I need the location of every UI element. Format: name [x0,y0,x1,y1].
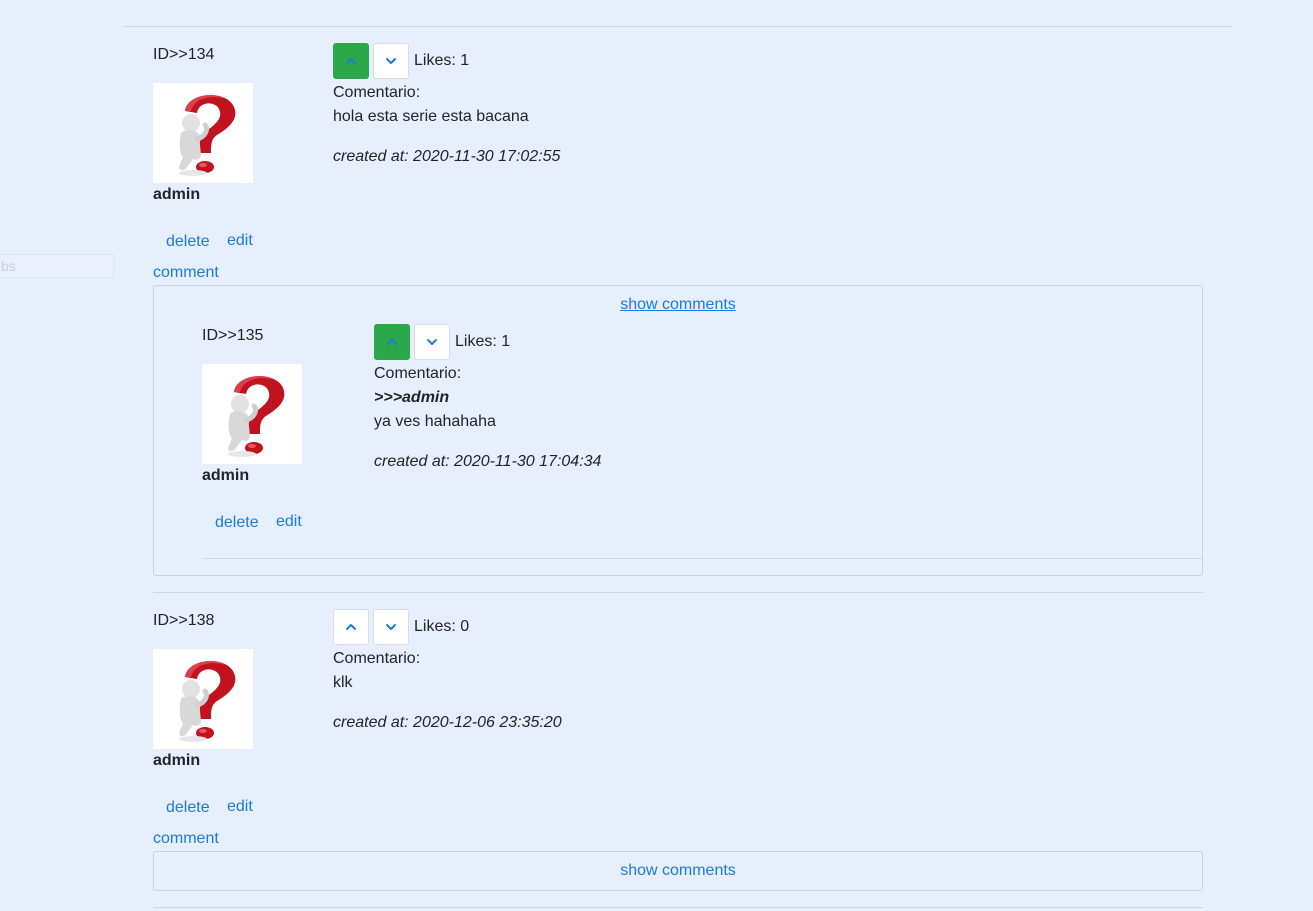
chevron-down-icon [386,58,396,64]
comment-text: ya ves hahahaha [374,413,496,430]
reply-mention: >>>admin [374,389,450,406]
chevron-down-icon [386,624,396,630]
reply-author: admin [202,467,250,484]
comment-created-at: created at: 2020-11-30 17:02:55 [333,148,561,165]
chevron-up-icon [387,339,397,345]
comment-created-at: created at: 2020-11-30 17:04:34 [374,453,602,470]
upvote-button[interactable] [333,609,369,645]
likes-count: Likes: 1 [455,333,511,350]
chevron-up-icon [346,58,356,64]
comment-author: admin [153,186,201,203]
comment-id: ID>>138 [153,612,215,629]
avatar-question-icon [153,649,253,749]
show-comments-link[interactable]: show comments [620,296,736,314]
delete-link[interactable]: delete [166,799,210,817]
likes-count: Likes: 0 [414,618,470,635]
comment-author: admin [153,752,201,769]
downvote-button[interactable] [414,324,450,360]
edit-link[interactable]: edit [227,798,253,816]
reply-comment-link[interactable]: comment [153,830,219,848]
reply-divider [202,558,1202,559]
edit-link[interactable]: edit [276,513,302,531]
chevron-down-icon [427,339,437,345]
avatar-question-icon [202,364,302,464]
comment-text: klk [333,674,353,691]
side-search-input[interactable]: bs [0,254,114,278]
reply-id: ID>>135 [202,327,264,344]
replies-panel [153,285,1203,576]
edit-link[interactable]: edit [227,232,253,250]
comment-divider [153,592,1203,593]
downvote-button[interactable] [373,609,409,645]
avatar-question-icon [153,83,253,183]
chevron-up-icon [346,624,356,630]
comment-label: Comentario: [374,365,462,382]
top-divider [123,26,1233,27]
comment-label: Comentario: [333,650,421,667]
comment-label: Comentario: [333,84,421,101]
downvote-button[interactable] [373,43,409,79]
reply-comment-link[interactable]: comment [153,264,219,282]
delete-link[interactable]: delete [166,233,210,251]
comment-created-at: created at: 2020-12-06 23:35:20 [333,714,562,731]
likes-count: Likes: 1 [414,52,470,69]
upvote-button[interactable] [374,324,410,360]
comment-id: ID>>134 [153,46,215,63]
comment-divider [153,907,1203,908]
show-comments-link[interactable]: show comments [620,862,736,880]
upvote-button[interactable] [333,43,369,79]
delete-link[interactable]: delete [215,514,259,532]
comment-text: hola esta serie esta bacana [333,108,529,125]
comments-page: bs ID>>134 admin delete edit comment Lik… [0,0,1313,911]
